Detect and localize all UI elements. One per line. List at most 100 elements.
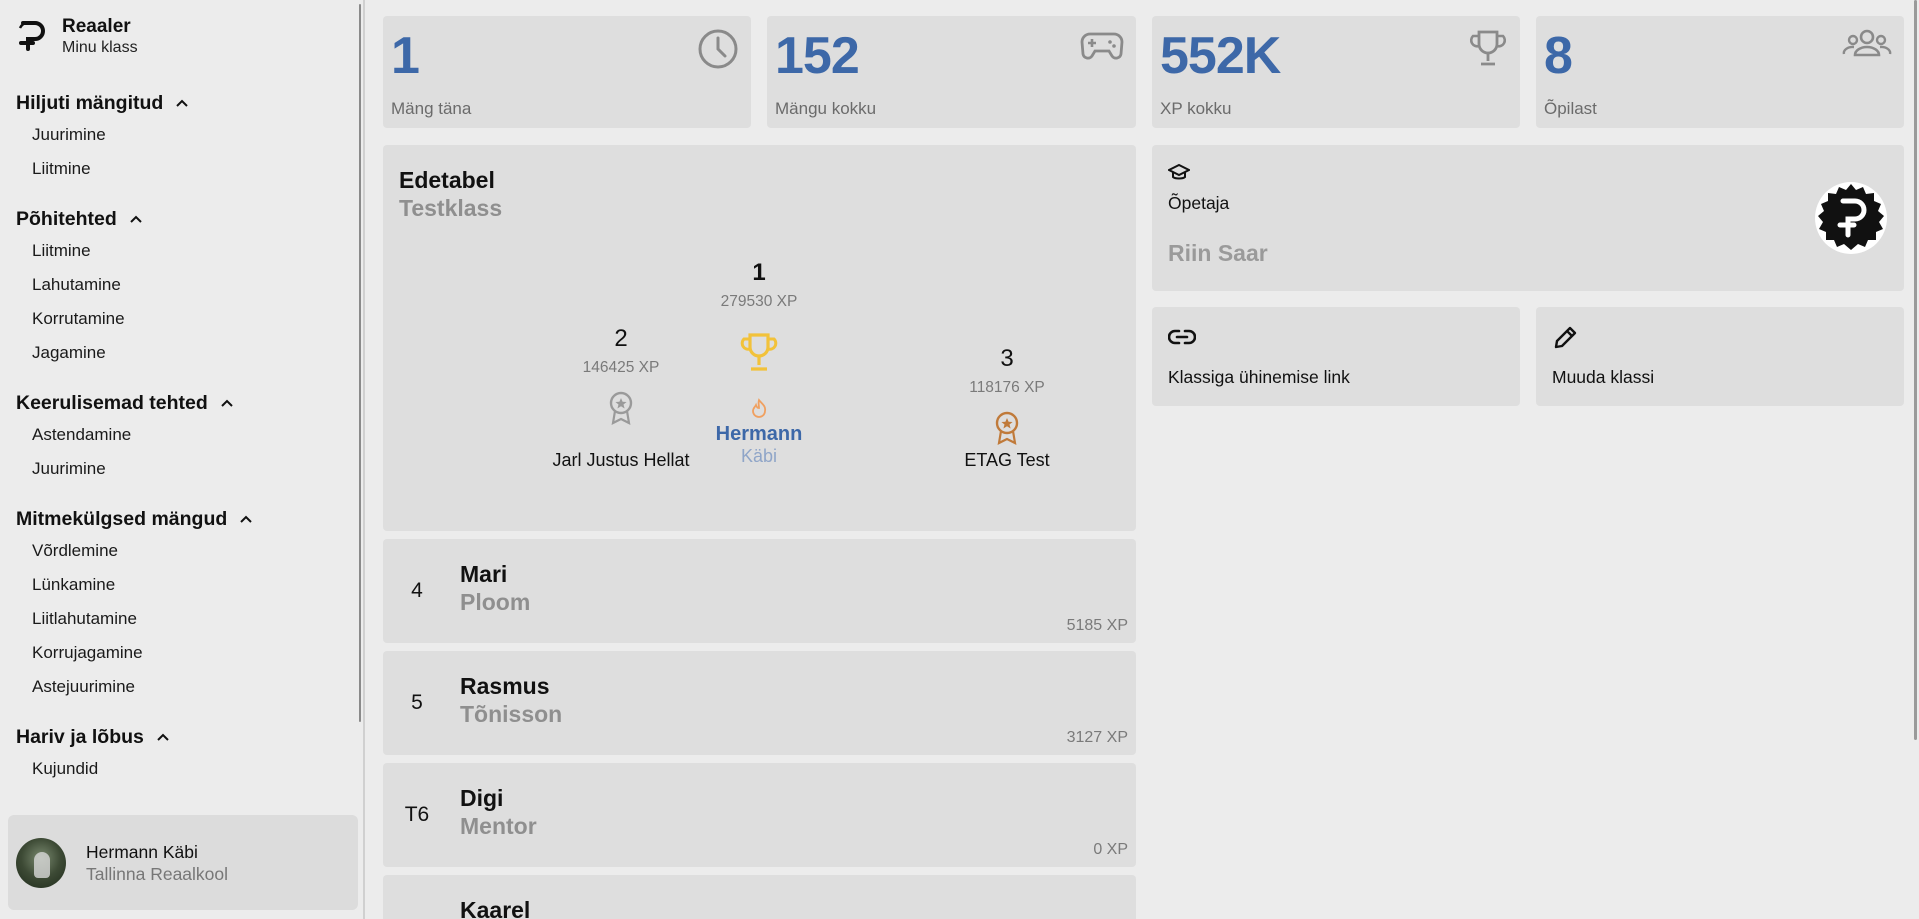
stat-card-students: 8 Õpilast [1536,16,1904,128]
app-subtitle: Minu klass [62,39,138,56]
podium-xp: 279530 XP [720,293,798,310]
stat-card-total-games: 152 Mängu kokku [767,16,1136,128]
profile-name: Hermann Käbi [86,841,198,862]
chevron-up-icon [176,99,189,107]
trophy-icon [1469,30,1507,66]
stat-value: 1 [391,27,420,85]
app-name: Reaaler [62,16,131,37]
sidebar-scrollbar[interactable] [359,4,361,722]
gamepad-icon [1080,32,1124,60]
stat-card-games-today: 1 Mäng täna [383,16,751,128]
sidebar-item-vordlemine[interactable]: Võrdlemine [16,534,346,568]
sidebar-item-astejuurimine[interactable]: Astejuurimine [16,670,346,704]
row-xp: 5185 XP [1066,617,1128,634]
row-rank: 5 [411,691,423,714]
nav-group-mixed: Mitmekülgsed mängud Võrdlemine Lünkamine… [16,504,346,704]
stat-label: Mäng täna [391,99,472,118]
edit-class-label: Muuda klassi [1552,367,1655,387]
clock-icon [698,29,738,69]
sidebar-item-lahutamine[interactable]: Lahutamine [16,268,346,302]
sidebar-item-juurimine[interactable]: Juurimine [16,118,346,152]
sidebar: Reaaler Minu klass Hiljuti mängitud Juur… [0,0,363,919]
flame-icon [752,398,767,418]
nav-group-header-fun[interactable]: Hariv ja lõbus [16,722,346,752]
leaderboard-row[interactable]: 5 Rasmus Tõnisson 3127 XP [383,651,1136,755]
chevron-up-icon [157,733,169,741]
sidebar-item-lunkamine[interactable]: Lünkamine [16,568,346,602]
row-rank: 4 [411,579,423,602]
sidebar-item-kujundid[interactable]: Kujundid [16,752,346,786]
graduation-cap-icon [1168,163,1190,180]
podium-first[interactable]: 1 279530 XP Hermann Käbi [649,259,869,467]
brand[interactable]: Reaaler Minu klass [16,16,138,58]
nav-group-header-basic[interactable]: Põhitehted [16,204,346,234]
main-scrollbar[interactable] [1914,0,1917,740]
avatar [16,837,66,888]
nav-group-basic: Põhitehted Liitmine Lahutamine Korrutami… [16,204,346,370]
nav-group-title: Keerulisemad tehted [16,391,208,414]
chevron-up-icon [130,215,142,223]
row-first-name: Rasmus [460,673,550,699]
people-icon [1842,29,1892,57]
row-first-name: Mari [460,561,508,587]
chevron-up-icon [221,399,233,407]
sidebar-item-liitlahutamine[interactable]: Liitlahutamine [16,602,346,636]
edit-class-button[interactable]: Muuda klassi [1536,307,1904,406]
nav-group-title: Mitmekülgsed mängud [16,507,228,530]
row-rank: T6 [404,803,430,826]
sidebar-nav: Hiljuti mängitud Juurimine Liitmine Põhi… [16,88,346,804]
nav-group-header-mixed[interactable]: Mitmekülgsed mängud [16,504,346,534]
row-last-name: Mentor [460,813,537,839]
stat-value: 8 [1544,27,1573,85]
podium-rank: 3 [1000,345,1014,372]
silver-medal-icon [609,391,633,425]
row-first-name: Digi [460,785,504,811]
podium-xp: 118176 XP [969,379,1045,396]
user-profile[interactable]: Hermann Käbi Tallinna Reaalkool [8,815,358,910]
reaaler-logo-icon [16,17,48,57]
stat-value: 552K [1160,27,1281,85]
row-first-name: Kaarel [460,897,531,919]
stat-card-total-xp: 552K XP kokku [1152,16,1520,128]
sidebar-item-korrujagamine[interactable]: Korrujagamine [16,636,346,670]
sidebar-item-jagamine[interactable]: Jagamine [16,336,346,370]
pencil-icon [1554,326,1577,349]
teacher-name: Riin Saar [1168,240,1268,266]
nav-group-title: Hariv ja lõbus [16,725,144,748]
nav-group-recent: Hiljuti mängitud Juurimine Liitmine [16,88,346,186]
podium-rank: 1 [752,259,766,286]
sidebar-item-korrutamine[interactable]: Korrutamine [16,302,346,336]
leaderboard-class: Testklass [399,195,503,221]
leaderboard-row[interactable]: 4 Mari Ploom 5185 XP [383,539,1136,643]
stat-label: Mängu kokku [775,99,877,118]
sidebar-item-liitmine[interactable]: Liitmine [16,152,346,186]
row-last-name: Tõnisson [460,701,563,727]
row-xp: 0 XP [1093,841,1128,858]
nav-group-header-recent[interactable]: Hiljuti mängitud [16,88,346,118]
nav-group-title: Hiljuti mängitud [16,91,164,114]
sidebar-item-juurimine[interactable]: Juurimine [16,452,346,486]
podium-name: ETAG Test [964,450,1050,470]
nav-group-fun: Hariv ja lõbus Kujundid [16,722,346,786]
nav-group-header-advanced[interactable]: Keerulisemad tehted [16,388,346,418]
link-icon [1168,329,1196,345]
podium-first-name: Hermann [715,423,803,445]
join-link-button[interactable]: Klassiga ühinemise link [1152,307,1520,406]
stat-label: Õpilast [1544,99,1597,118]
teacher-card: Õpetaja Riin Saar [1152,145,1904,291]
sidebar-divider [363,0,365,919]
stat-label: XP kokku [1160,99,1232,118]
bronze-medal-icon [995,411,1019,445]
nav-group-advanced: Keerulisemad tehted Astendamine Juurimin… [16,388,346,486]
join-link-label: Klassiga ühinemise link [1168,367,1350,387]
profile-school: Tallinna Reaalkool [86,863,229,884]
leaderboard-row[interactable]: T6 Digi Mentor 0 XP [383,763,1136,867]
leaderboard-card: Edetabel Testklass 2 146425 XP Jarl Just… [383,145,1136,531]
sidebar-item-liitmine[interactable]: Liitmine [16,234,346,268]
row-xp: 3127 XP [1066,729,1128,746]
gold-trophy-icon [740,333,778,371]
sidebar-item-astendamine[interactable]: Astendamine [16,418,346,452]
leaderboard-title: Edetabel [399,167,495,193]
leaderboard-row[interactable]: Kaarel [383,875,1136,919]
podium-third[interactable]: 3 118176 XP ETAG Test [897,345,1117,471]
